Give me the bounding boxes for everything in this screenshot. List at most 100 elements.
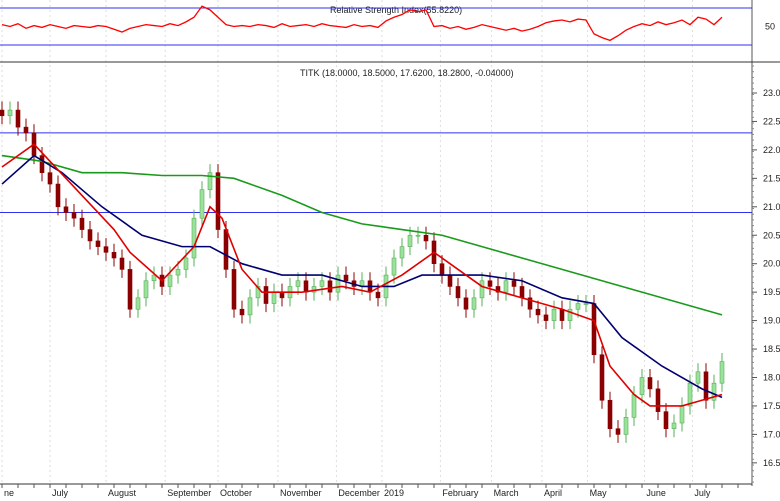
candle-body xyxy=(391,257,397,276)
candle-body xyxy=(479,280,485,299)
x-tick-label: December xyxy=(338,488,380,498)
candle-body xyxy=(695,371,701,384)
candle-body xyxy=(143,280,149,299)
candle-body xyxy=(623,417,629,435)
candle-body xyxy=(399,246,405,259)
stock-chart: Relative Strength Index(55.8220) TITK (1… xyxy=(0,0,780,498)
y-tick-label: 21.5 xyxy=(763,173,780,183)
candle-body xyxy=(719,361,725,384)
rsi-title: Relative Strength Index(55.8220) xyxy=(330,5,462,15)
candle-body xyxy=(551,308,557,321)
candle-body xyxy=(7,109,13,117)
x-tick-label: ne xyxy=(4,488,14,498)
candle-body xyxy=(263,286,269,304)
candle-body xyxy=(15,109,21,128)
y-tick-label: 17.0 xyxy=(763,429,780,439)
ticker-label: TITK (18.0000, 18.5000, 17.6200, 18.2800… xyxy=(300,68,514,78)
candle-body xyxy=(95,240,101,247)
x-tick-label: October xyxy=(220,488,252,498)
x-tick-label: July xyxy=(694,488,711,498)
candle-body xyxy=(519,286,525,299)
x-tick-label: April xyxy=(544,488,562,498)
x-tick-label: 2019 xyxy=(384,488,404,498)
candle-body xyxy=(55,183,61,208)
candle-body xyxy=(247,297,253,316)
candle-body xyxy=(535,308,541,316)
candle-body xyxy=(679,405,685,424)
candle-body xyxy=(167,274,173,287)
rsi-tick-label: 50 xyxy=(765,22,775,32)
candle-body xyxy=(191,217,197,259)
y-tick-label: 20.0 xyxy=(763,259,780,269)
candle-body xyxy=(271,291,277,304)
candle-body xyxy=(647,377,653,390)
candle-body xyxy=(183,257,189,270)
candle-body xyxy=(127,269,133,310)
candle-body xyxy=(455,286,461,299)
y-tick-label: 21.0 xyxy=(763,202,780,212)
candle-body xyxy=(111,252,117,259)
candle-body xyxy=(87,229,93,242)
x-tick-label: March xyxy=(494,488,519,498)
candle-body xyxy=(71,212,77,219)
y-tick-label: 23.0 xyxy=(763,88,780,98)
x-tick-label: February xyxy=(442,488,479,498)
candle-body xyxy=(231,269,237,310)
candle-body xyxy=(543,314,549,321)
candle-body xyxy=(343,274,349,282)
candle-body xyxy=(63,206,69,213)
y-tick-label: 22.0 xyxy=(763,145,780,155)
candle-body xyxy=(471,297,477,310)
candle-body xyxy=(631,394,637,418)
y-tick-label: 19.5 xyxy=(763,287,780,297)
candle-body xyxy=(511,280,517,287)
candle-body xyxy=(607,399,613,430)
candle-body xyxy=(591,303,597,356)
price-pane xyxy=(0,101,752,443)
candle-body xyxy=(615,428,621,435)
candle-body xyxy=(599,354,605,401)
candle-body xyxy=(215,172,221,230)
candle-body xyxy=(279,291,285,299)
x-tick-label: August xyxy=(108,488,137,498)
y-tick-label: 17.5 xyxy=(763,401,780,411)
candle-body xyxy=(583,303,589,305)
x-axis: ne July August September October November Dece… xyxy=(0,483,752,498)
candle-body xyxy=(23,126,29,134)
x-tick-label: May xyxy=(590,488,608,498)
candle-body xyxy=(327,280,333,293)
y-tick-label: 19.0 xyxy=(763,316,780,326)
candle-body xyxy=(47,172,53,185)
candle-body xyxy=(415,234,421,237)
x-tick-label: September xyxy=(167,488,211,498)
candle-body xyxy=(119,257,125,270)
candle-body xyxy=(663,411,669,430)
candle-body xyxy=(703,371,709,401)
y-tick-label: 18.0 xyxy=(763,373,780,383)
candle-body xyxy=(79,217,85,230)
x-tick-label: July xyxy=(52,488,69,498)
candle-body xyxy=(375,291,381,299)
candle-body xyxy=(559,308,565,321)
candle-body xyxy=(335,274,341,293)
candle-body xyxy=(135,297,141,310)
y-tick-label: 16.5 xyxy=(763,458,780,468)
y-tick-label: 18.5 xyxy=(763,344,780,354)
y-tick-label: 20.5 xyxy=(763,230,780,240)
candle-body xyxy=(407,234,413,247)
candle-body xyxy=(295,280,301,287)
candle-body xyxy=(207,172,213,191)
candle-body xyxy=(439,263,445,276)
candle-body xyxy=(671,422,677,430)
candle-body xyxy=(487,280,493,287)
candle-body xyxy=(423,234,429,242)
candle-body xyxy=(0,109,5,117)
candle-body xyxy=(503,280,509,293)
candle-body xyxy=(319,280,325,287)
candle-body xyxy=(303,280,309,293)
candle-body xyxy=(655,388,661,412)
candle-body xyxy=(463,297,469,310)
x-tick-label: June xyxy=(646,488,666,498)
candle-body xyxy=(39,155,45,173)
candle-body xyxy=(103,246,109,253)
